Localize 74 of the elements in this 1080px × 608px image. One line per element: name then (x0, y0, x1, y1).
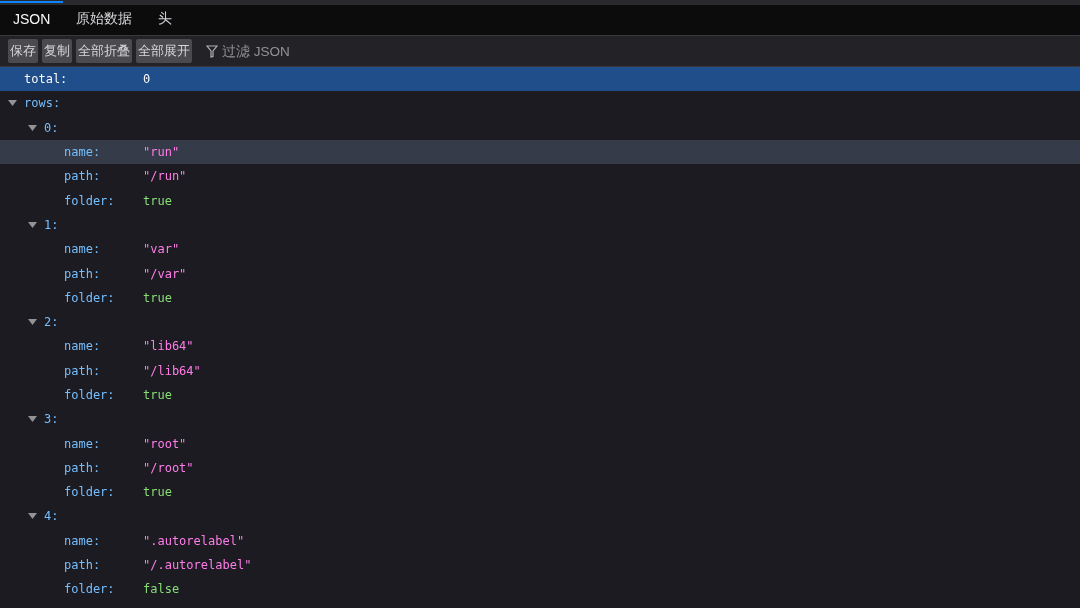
tree-row[interactable]: name: "lib64" (0, 334, 1080, 359)
property-key: name: (64, 436, 101, 451)
property-key: path: (64, 266, 101, 281)
property-key: path: (64, 169, 101, 184)
tree-row[interactable]: folder: true (0, 382, 1080, 408)
property-value: "run" (143, 145, 180, 160)
tree-row[interactable]: path: "/run" (0, 164, 1080, 189)
tree-row[interactable]: path: "/.autorelabel" (0, 552, 1080, 578)
expand-arrow-icon[interactable] (28, 221, 37, 228)
property-value: "/run" (143, 169, 187, 184)
property-key: folder: (64, 388, 115, 402)
filter-field[interactable]: 过滤 JSON (222, 43, 422, 59)
tab[interactable]: 原始数据 (63, 1, 146, 35)
property-key: name: (64, 339, 101, 354)
tree-row[interactable]: name: "root" (0, 431, 1080, 456)
tree-row[interactable]: 2: (0, 309, 1080, 335)
property-value: 0 (143, 72, 151, 87)
property-value: ".autorelabel" (143, 533, 245, 548)
tree-row[interactable]: folder: true (0, 480, 1080, 505)
property-value: false (143, 582, 180, 597)
property-key: 1: (44, 217, 59, 232)
tree-row[interactable]: path: "/var" (0, 261, 1080, 286)
property-value: true (143, 388, 172, 402)
expand-arrow-icon[interactable] (8, 100, 17, 107)
tree-row[interactable]: name: ".autorelabel" (0, 528, 1080, 553)
expand-arrow-icon[interactable] (28, 513, 37, 520)
filter-icon (206, 44, 218, 58)
tree-row[interactable]: total: 0 (0, 67, 1080, 92)
property-value: "var" (143, 242, 180, 257)
property-key: rows: (24, 96, 61, 111)
expand-arrow-icon[interactable] (28, 416, 37, 423)
expand-arrow-icon[interactable] (28, 319, 37, 326)
property-key: folder: (64, 582, 115, 597)
property-key: name: (64, 533, 101, 548)
property-key: total: (24, 72, 68, 87)
property-value: "/var" (143, 266, 187, 281)
tree-row[interactable]: path: "/root" (0, 455, 1080, 481)
property-key: 3: (44, 412, 59, 427)
property-key: name: (64, 145, 101, 160)
tree-row[interactable]: path: "/lib64" (0, 358, 1080, 383)
tree-row[interactable]: 1: (0, 212, 1080, 238)
tree-row[interactable]: name: "run" (0, 139, 1080, 165)
property-value: "/root" (143, 460, 194, 475)
property-key: name: (64, 242, 101, 257)
property-key: folder: (64, 485, 115, 500)
tree-row[interactable]: 0: (0, 115, 1080, 140)
tree-row[interactable]: name: "var" (0, 237, 1080, 262)
property-key: 2: (44, 315, 59, 330)
toolbar-button[interactable]: 全部折叠 (76, 39, 132, 63)
property-key: path: (64, 460, 101, 475)
property-key: folder: (64, 193, 115, 208)
tree-row[interactable]: 4: (0, 504, 1080, 529)
tree-row[interactable]: 3: (0, 407, 1080, 432)
property-key: 4: (44, 509, 59, 524)
property-key: path: (64, 363, 101, 378)
property-value: "/.autorelabel" (143, 558, 252, 573)
property-value: true (143, 290, 172, 305)
property-key: 0: (44, 120, 59, 135)
tree-row[interactable]: folder: true (0, 285, 1080, 310)
property-value: true (143, 193, 172, 208)
tree-row[interactable]: rows: (0, 91, 1080, 116)
toolbar-button[interactable]: 复制 (42, 39, 72, 63)
toolbar-button[interactable]: 全部展开 (136, 39, 192, 63)
property-value: "/lib64" (143, 363, 201, 378)
property-value: "root" (143, 436, 187, 451)
toolbar-button[interactable]: 保存 (8, 39, 38, 63)
tree-row[interactable]: folder: false (0, 577, 1080, 602)
property-key: path: (64, 558, 101, 573)
tree-row[interactable]: folder: true (0, 188, 1080, 213)
property-value: "lib64" (143, 339, 194, 354)
expand-arrow-icon[interactable] (28, 124, 37, 131)
tab[interactable]: 头 (145, 1, 186, 35)
property-value: true (143, 485, 172, 500)
property-key: folder: (64, 290, 115, 305)
